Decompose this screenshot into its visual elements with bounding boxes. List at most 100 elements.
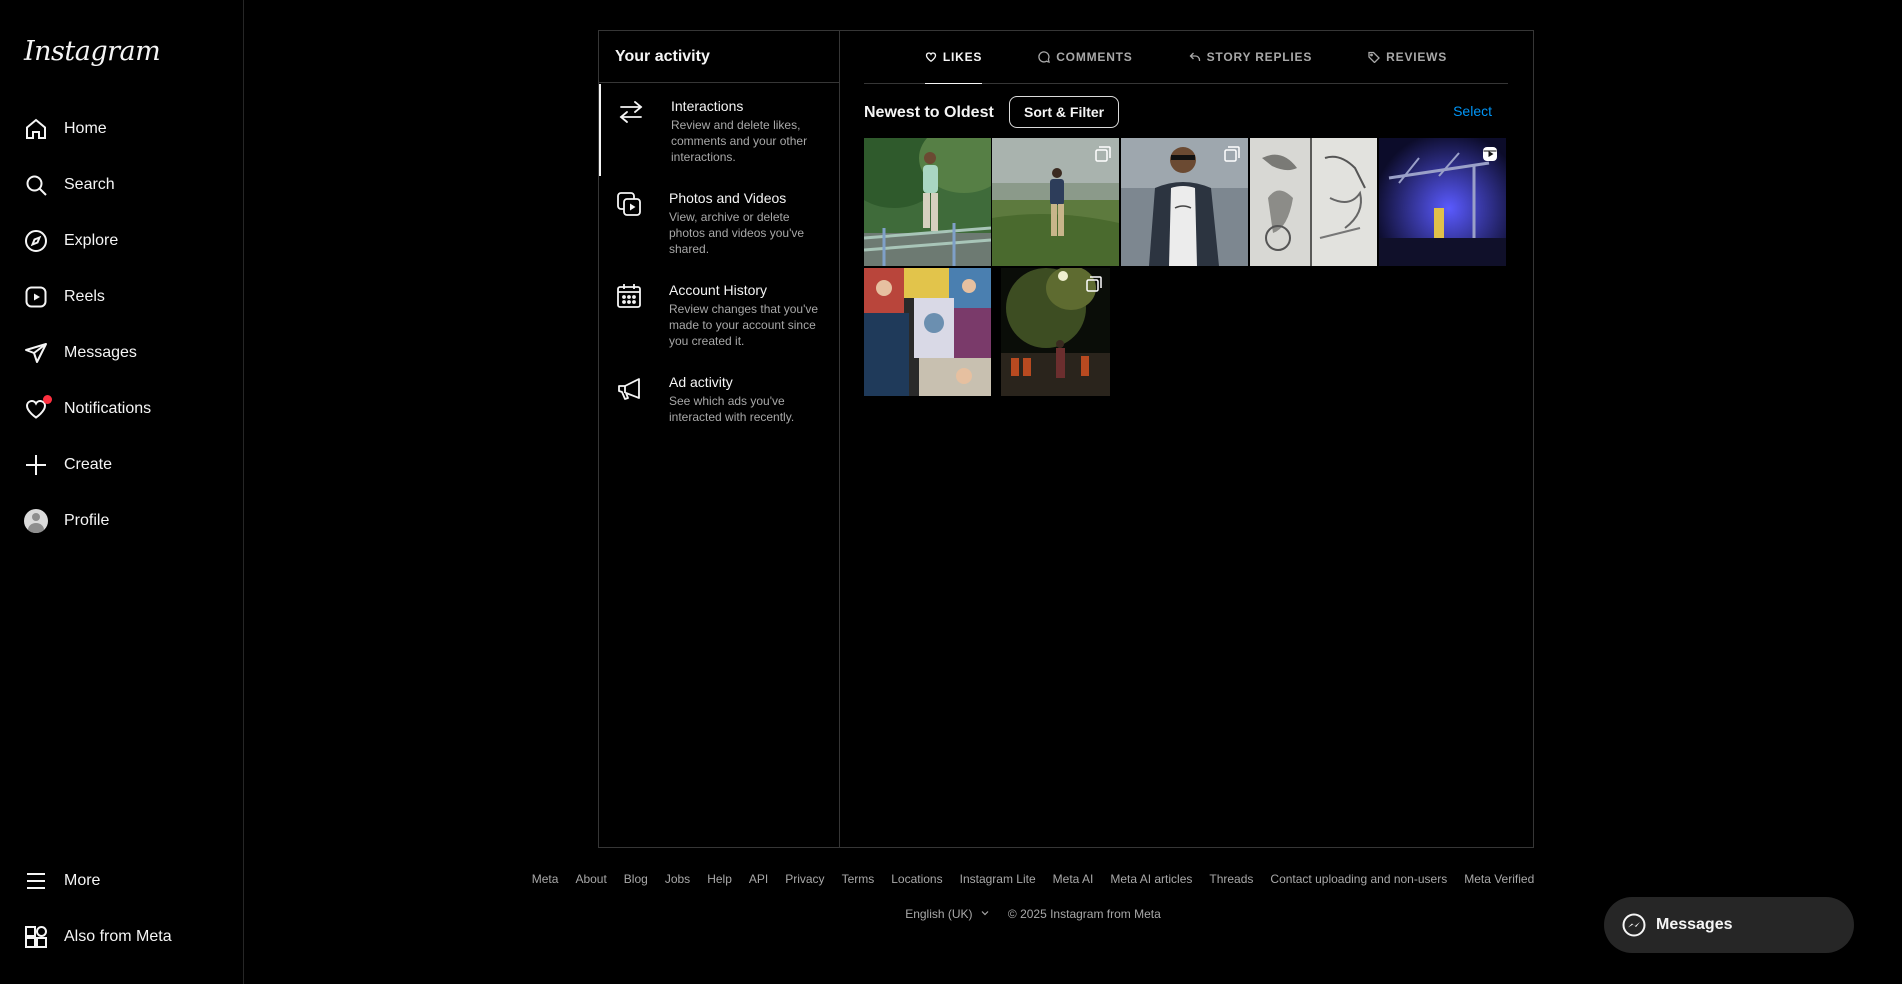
heart-icon	[925, 52, 937, 63]
avatar-icon	[24, 509, 48, 533]
language-selector[interactable]: English (UK)	[905, 907, 990, 921]
activity-item-photos-videos[interactable]: Photos and Videos View, archive or delet…	[599, 176, 839, 268]
footer-link[interactable]: Meta Verified	[1464, 872, 1534, 886]
tab-label: LIKES	[942, 50, 983, 64]
sidebar-item-label: Create	[64, 456, 113, 473]
footer-link[interactable]: Terms	[842, 872, 875, 886]
activity-item-interactions[interactable]: Interactions Review and delete likes, co…	[599, 84, 839, 176]
sort-filter-button[interactable]: Sort & Filter	[1009, 96, 1120, 128]
activity-item-desc: Review changes that you've made to your …	[669, 302, 819, 348]
sidebar-item-home[interactable]: Home	[12, 105, 232, 153]
carousel-icon	[1086, 276, 1102, 297]
sidebar-item-label: Home	[64, 120, 107, 137]
instagram-logo[interactable]: Instagram	[24, 36, 161, 67]
carousel-icon	[1095, 146, 1111, 167]
send-icon	[24, 341, 48, 365]
sidebar-item-explore[interactable]: Explore	[12, 217, 232, 265]
activity-item-desc: See which ads you've interacted with rec…	[669, 394, 795, 424]
notification-dot	[43, 395, 52, 404]
carousel-icon	[1224, 146, 1240, 167]
post-thumbnail[interactable]	[864, 268, 991, 396]
activity-menu: Your activity Interactions Review and de…	[599, 31, 840, 847]
footer-link[interactable]: Privacy	[785, 872, 824, 886]
reply-icon	[1189, 52, 1200, 61]
messenger-icon	[1622, 913, 1646, 937]
messages-float-label: Messages	[1656, 916, 1733, 933]
footer-link[interactable]: Meta AI articles	[1110, 872, 1192, 886]
activity-item-ad-activity[interactable]: Ad activity See which ads you've interac…	[599, 360, 839, 440]
sidebar-item-reels[interactable]: Reels	[12, 273, 232, 321]
post-thumbnail[interactable]	[1121, 138, 1248, 266]
activity-item-account-history[interactable]: Account History Review changes that you'…	[599, 268, 839, 360]
select-button[interactable]: Select	[1453, 103, 1492, 119]
footer-link[interactable]: Blog	[624, 872, 648, 886]
tab-reviews[interactable]: REVIEWS	[1368, 31, 1447, 83]
sidebar-item-label: Also from Meta	[64, 928, 172, 945]
post-thumbnail[interactable]	[1250, 138, 1377, 266]
tab-likes[interactable]: LIKES	[924, 31, 983, 84]
footer-links: Meta About Blog Jobs Help API Privacy Te…	[0, 872, 1902, 886]
home-icon	[24, 117, 48, 141]
comment-icon	[1038, 51, 1051, 63]
sidebar: Instagram Home Search Explore Reels Mess…	[0, 0, 244, 984]
reel-icon	[1482, 146, 1498, 167]
tab-label: STORY REPLIES	[1206, 50, 1313, 64]
post-image	[864, 268, 991, 396]
tab-story-replies[interactable]: STORY REPLIES	[1189, 31, 1313, 83]
post-thumbnail[interactable]	[1001, 268, 1110, 396]
footer-link[interactable]: Meta AI	[1053, 872, 1094, 886]
sidebar-item-label: Notifications	[64, 400, 152, 417]
sidebar-item-label: Profile	[64, 512, 110, 529]
footer-link[interactable]: Instagram Lite	[960, 872, 1036, 886]
tab-comments[interactable]: COMMENTS	[1038, 31, 1132, 83]
sidebar-item-notifications[interactable]: Notifications	[12, 385, 232, 433]
sidebar-item-search[interactable]: Search	[12, 161, 232, 209]
post-thumbnail[interactable]	[1379, 138, 1506, 266]
page-title: Your activity	[599, 31, 839, 83]
likes-view: LIKES COMMENTS STORY REPLIES REVIEWS New…	[840, 31, 1533, 847]
post-image	[864, 138, 991, 266]
footer-link[interactable]: API	[749, 872, 768, 886]
footer-link[interactable]: About	[575, 872, 606, 886]
activity-item-title: Photos and Videos	[669, 190, 787, 206]
interactions-icon	[619, 101, 643, 123]
calendar-icon	[617, 284, 641, 308]
footer-link[interactable]: Locations	[891, 872, 942, 886]
tab-label: COMMENTS	[1056, 50, 1133, 64]
sidebar-item-messages[interactable]: Messages	[12, 329, 232, 377]
meta-apps-icon	[24, 925, 48, 949]
activity-tabs: LIKES COMMENTS STORY REPLIES REVIEWS	[864, 31, 1508, 84]
footer-link[interactable]: Contact uploading and non-users	[1270, 872, 1447, 886]
plus-icon	[24, 453, 48, 477]
sidebar-item-create[interactable]: Create	[12, 441, 232, 489]
tab-label: REVIEWS	[1386, 50, 1448, 64]
sort-bar: Newest to Oldest Sort & Filter Select	[864, 96, 1508, 130]
heart-icon	[24, 395, 52, 421]
sidebar-item-profile[interactable]: Profile	[12, 497, 232, 545]
footer-link[interactable]: Threads	[1209, 872, 1253, 886]
footer-link[interactable]: Jobs	[665, 872, 690, 886]
activity-panel: Your activity Interactions Review and de…	[598, 30, 1534, 848]
post-thumbnail[interactable]	[864, 138, 991, 266]
photos-videos-icon	[617, 192, 641, 216]
sort-order-label: Newest to Oldest	[864, 104, 994, 121]
compass-icon	[24, 229, 48, 253]
post-thumbnail[interactable]	[992, 138, 1119, 266]
tag-icon	[1368, 51, 1381, 63]
activity-item-desc: View, archive or delete photos and video…	[669, 210, 805, 256]
footer-link[interactable]: Meta	[532, 872, 559, 886]
messages-float-button[interactable]: Messages	[1604, 897, 1854, 953]
sidebar-item-label: Explore	[64, 232, 119, 249]
activity-item-desc: Review and delete likes, comments and yo…	[671, 118, 808, 164]
search-icon	[24, 173, 48, 197]
sidebar-item-label: Reels	[64, 288, 105, 305]
post-image	[1250, 138, 1377, 266]
activity-item-title: Interactions	[671, 98, 744, 114]
language-label: English (UK)	[905, 907, 973, 921]
chevron-down-icon	[981, 911, 989, 916]
sidebar-item-label: Search	[64, 176, 115, 193]
megaphone-icon	[618, 378, 640, 400]
footer-link[interactable]: Help	[707, 872, 732, 886]
reels-icon	[24, 285, 48, 309]
activity-item-title: Account History	[669, 282, 768, 298]
